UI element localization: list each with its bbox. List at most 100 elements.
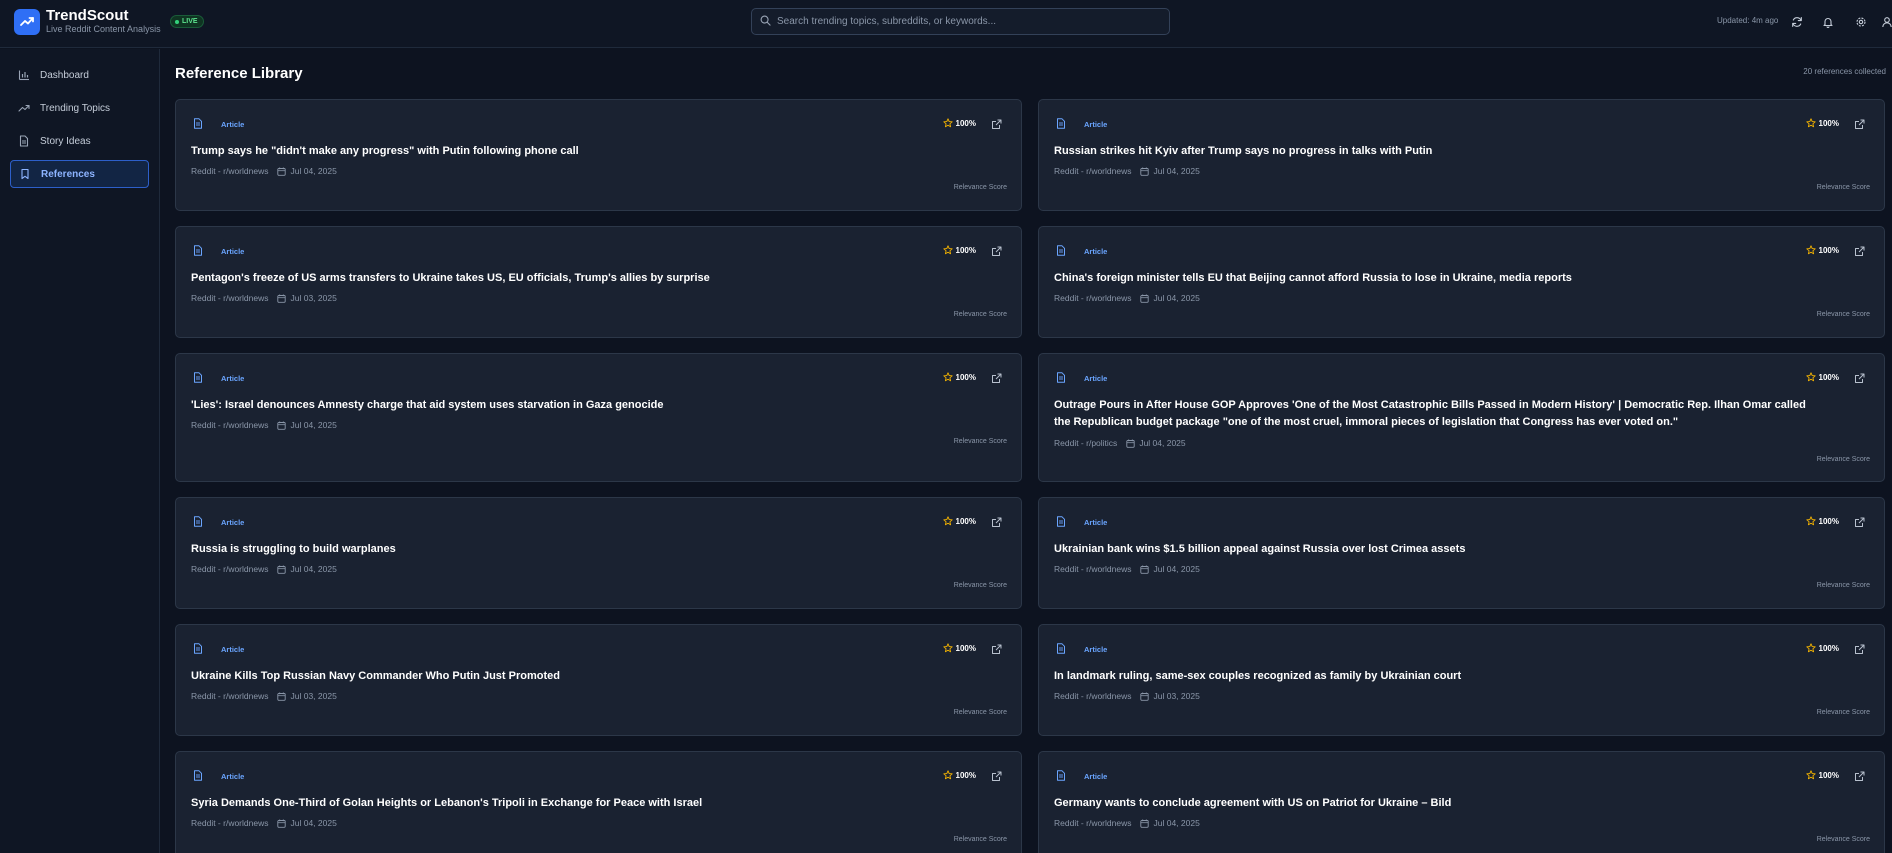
source-label: Reddit - r/worldnews: [191, 293, 269, 303]
score-value: 100%: [955, 516, 976, 526]
reference-meta: Reddit - r/worldnews Jul 03, 2025: [191, 691, 337, 701]
search-input[interactable]: [777, 16, 1157, 27]
refresh-icon[interactable]: [1788, 13, 1806, 31]
external-link-icon[interactable]: [1853, 770, 1865, 782]
relevance-label: Relevance Score: [1816, 582, 1870, 589]
reference-card[interactable]: Article 100% 'Lies': Israel denounces Amne…: [175, 353, 1022, 482]
live-dot-icon: [175, 19, 179, 24]
app-subtitle: Live Reddit Content Analysis: [46, 24, 161, 34]
calendar-icon: [277, 692, 287, 701]
reference-meta: Reddit - r/worldnews Jul 04, 2025: [1054, 166, 1200, 176]
relevance-label: Relevance Score: [953, 184, 1007, 191]
external-link-icon[interactable]: [990, 118, 1002, 130]
relevance-label: Relevance Score: [953, 582, 1007, 589]
sidebar: Dashboard Trending Topics Story Ideas Re…: [0, 49, 160, 853]
score-value: 100%: [1818, 770, 1839, 780]
reference-card[interactable]: Article 100% Syria Demands One-Third of Go…: [175, 751, 1022, 853]
trending-logo-icon: [14, 8, 40, 35]
date-label: Jul 04, 2025: [1153, 818, 1200, 828]
reference-title[interactable]: Germany wants to conclude agreement with…: [1054, 795, 1824, 812]
relevance-label: Relevance Score: [953, 438, 1007, 445]
relevance-label: Relevance Score: [1816, 836, 1870, 843]
reference-card[interactable]: Article 100% Ukrainian bank wins $1.5 bill…: [1038, 497, 1885, 609]
star-icon: [1805, 118, 1816, 128]
relevance-score: 100%: [1805, 372, 1839, 382]
reference-title[interactable]: In landmark ruling, same-sex couples rec…: [1054, 668, 1824, 685]
reference-card[interactable]: Article 100% Trump says he "didn't make an…: [175, 99, 1022, 211]
reference-card[interactable]: Article 100% China's foreign minister tell…: [1038, 226, 1885, 338]
score-value: 100%: [1818, 245, 1839, 255]
star-icon: [942, 516, 953, 526]
source-label: Reddit - r/worldnews: [191, 818, 269, 828]
source-label: Reddit - r/worldnews: [1054, 818, 1132, 828]
star-icon: [1805, 643, 1816, 653]
reference-card[interactable]: Article 100% In landmark ruling, same-sex …: [1038, 624, 1885, 736]
search-box[interactable]: [751, 8, 1170, 35]
reference-card[interactable]: Article 100% Russian strikes hit Kyiv afte…: [1038, 99, 1885, 211]
external-link-icon[interactable]: [1853, 118, 1865, 130]
reference-card[interactable]: Article 100% Ukraine Kills Top Russian Nav…: [175, 624, 1022, 736]
external-link-icon[interactable]: [990, 770, 1002, 782]
external-link-icon[interactable]: [990, 372, 1002, 384]
external-link-icon[interactable]: [1853, 245, 1865, 257]
score-value: 100%: [955, 118, 976, 128]
sidebar-item-references[interactable]: References: [10, 160, 149, 188]
reference-title[interactable]: Syria Demands One-Third of Golan Heights…: [191, 795, 961, 812]
relevance-score: 100%: [942, 516, 976, 526]
reference-title[interactable]: Ukrainian bank wins $1.5 billion appeal …: [1054, 541, 1824, 558]
reference-title[interactable]: Russia is struggling to build warplanes: [191, 541, 961, 558]
external-link-icon[interactable]: [1853, 372, 1865, 384]
file-icon: [1055, 244, 1067, 256]
reference-card[interactable]: Article 100% Outrage Pours in After House …: [1038, 353, 1885, 482]
external-link-icon[interactable]: [990, 516, 1002, 528]
file-icon: [1055, 117, 1067, 129]
bookmark-icon: [19, 168, 31, 180]
sidebar-item-trending-topics[interactable]: Trending Topics: [10, 94, 149, 122]
file-icon: [1055, 371, 1067, 383]
file-icon: [192, 769, 204, 781]
relevance-label: Relevance Score: [1816, 456, 1870, 463]
relevance-score: 100%: [942, 643, 976, 653]
reference-title[interactable]: Outrage Pours in After House GOP Approve…: [1054, 397, 1824, 431]
file-icon: [192, 371, 204, 383]
bell-icon[interactable]: [1819, 13, 1837, 31]
reference-meta: Reddit - r/worldnews Jul 04, 2025: [1054, 564, 1200, 574]
external-link-icon[interactable]: [1853, 516, 1865, 528]
reference-card[interactable]: Article 100% Russia is struggling to build…: [175, 497, 1022, 609]
star-icon: [1805, 372, 1816, 382]
external-link-icon[interactable]: [990, 245, 1002, 257]
reference-title[interactable]: Ukraine Kills Top Russian Navy Commander…: [191, 668, 961, 685]
reference-title[interactable]: 'Lies': Israel denounces Amnesty charge …: [191, 397, 961, 414]
relevance-label: Relevance Score: [1816, 709, 1870, 716]
sidebar-item-story-ideas[interactable]: Story Ideas: [10, 127, 149, 155]
brand[interactable]: TrendScout Live Reddit Content Analysis: [14, 8, 161, 35]
star-icon: [942, 643, 953, 653]
source-label: Reddit - r/politics: [1054, 438, 1118, 448]
type-badge: Article: [221, 247, 245, 256]
reference-card[interactable]: Article 100% Germany wants to conclude agr…: [1038, 751, 1885, 853]
relevance-label: Relevance Score: [1816, 311, 1870, 318]
external-link-icon[interactable]: [1853, 643, 1865, 655]
calendar-icon: [1140, 294, 1150, 303]
reference-title[interactable]: Trump says he "didn't make any progress"…: [191, 143, 961, 160]
relevance-label: Relevance Score: [1816, 184, 1870, 191]
external-link-icon[interactable]: [990, 643, 1002, 655]
sidebar-item-label: Trending Topics: [40, 102, 111, 114]
score-value: 100%: [1818, 372, 1839, 382]
relevance-score: 100%: [942, 770, 976, 780]
relevance-score: 100%: [1805, 770, 1839, 780]
score-value: 100%: [1818, 516, 1839, 526]
date-label: Jul 04, 2025: [1139, 438, 1186, 448]
reference-title[interactable]: China's foreign minister tells EU that B…: [1054, 270, 1824, 287]
sidebar-item-dashboard[interactable]: Dashboard: [10, 61, 149, 89]
reference-title[interactable]: Russian strikes hit Kyiv after Trump say…: [1054, 143, 1824, 160]
reference-meta: Reddit - r/worldnews Jul 04, 2025: [191, 166, 337, 176]
type-badge: Article: [1084, 120, 1108, 129]
reference-card[interactable]: Article 100% Pentagon's freeze of US arms …: [175, 226, 1022, 338]
updated-status: Updated: 4m ago: [1717, 16, 1779, 25]
calendar-icon: [1140, 692, 1150, 701]
gear-icon[interactable]: [1852, 13, 1870, 31]
user-icon[interactable]: [1878, 13, 1892, 31]
trending-up-icon: [18, 102, 30, 114]
reference-title[interactable]: Pentagon's freeze of US arms transfers t…: [191, 270, 961, 287]
